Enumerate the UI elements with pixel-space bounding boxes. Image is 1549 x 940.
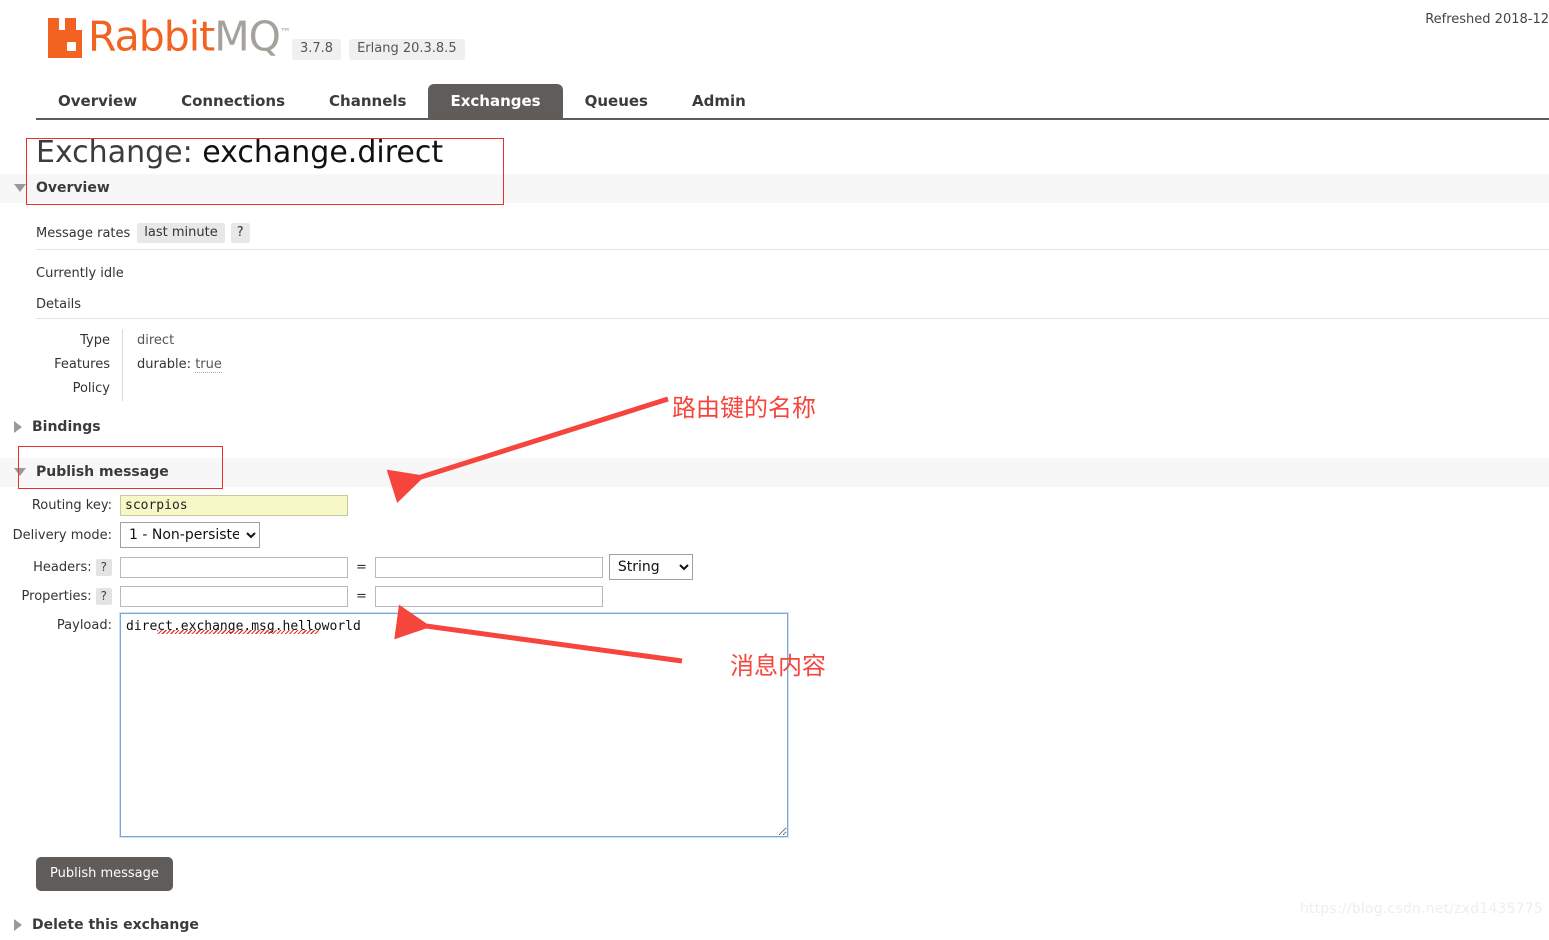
logo-wordmark: RabbitMQ™ (88, 12, 291, 58)
rabbitmq-logo-icon (44, 16, 86, 58)
details-value-type: direct (137, 333, 175, 348)
section-publish-message-header[interactable]: Publish message (0, 458, 1549, 487)
exchange-title-block: Exchange: exchange.direct (36, 134, 1549, 174)
properties-row: Properties: ? = (0, 586, 1549, 607)
delivery-mode-label: Delivery mode: (12, 527, 112, 543)
logo-word-mq: MQ (214, 12, 281, 61)
section-bindings-header[interactable]: Bindings (0, 413, 1549, 442)
payload-textarea[interactable]: direct.exchange.msg.helloworld (119, 612, 789, 838)
section-delete-exchange-label: Delete this exchange (32, 917, 199, 933)
delivery-mode-row: Delivery mode: 1 - Non-persistent (0, 522, 1549, 548)
headers-label-group: Headers: ? (0, 558, 120, 576)
page-title-prefix: Exchange: (36, 135, 193, 170)
divider-details (36, 318, 1549, 319)
section-publish-message-label: Publish message (36, 464, 169, 480)
chevron-right-icon (14, 421, 22, 433)
section-overview-label: Overview (36, 180, 110, 196)
header-key-input[interactable] (120, 556, 348, 578)
payload-label: Payload: (56, 618, 112, 633)
version-badges: 3.7.8 Erlang 20.3.8.5 (292, 39, 465, 60)
properties-label-group: Properties: ? (0, 588, 120, 605)
section-delete-exchange-header[interactable]: Delete this exchange (0, 911, 1549, 940)
details-label-features: Features (36, 353, 123, 377)
table-row: Policy (36, 377, 222, 401)
properties-label: Properties: (21, 589, 92, 604)
routing-key-row: Routing key: (0, 495, 1549, 516)
page-title: Exchange: exchange.direct (36, 134, 1549, 174)
routing-key-label: Routing key: (31, 498, 112, 513)
section-bindings-label: Bindings (32, 419, 101, 435)
tab-connections[interactable]: Connections (159, 84, 307, 118)
tab-exchanges[interactable]: Exchanges (428, 84, 563, 118)
properties-help-icon[interactable]: ? (95, 588, 112, 605)
publish-message-button[interactable]: Publish message (36, 857, 173, 891)
message-rates-label: Message rates (36, 225, 131, 241)
currently-idle-text: Currently idle (36, 266, 124, 281)
logo-word-rabbit: Rabbit (88, 12, 215, 61)
app-header: RabbitMQ™ 3.7.8 Erlang 20.3.8.5 Refreshe… (0, 0, 1549, 84)
details-value-features: durable: true (123, 353, 222, 377)
tab-overview[interactable]: Overview (36, 84, 159, 118)
feature-value: true (195, 357, 222, 373)
exchange-details-table: Type direct Features durable: true Polic… (36, 329, 222, 401)
routing-key-input[interactable] (120, 495, 348, 516)
tab-admin[interactable]: Admin (670, 84, 768, 118)
chevron-down-icon (14, 184, 26, 192)
refreshed-timestamp: Refreshed 2018-12 (1425, 12, 1549, 27)
divider-rates (36, 249, 1549, 250)
feature-key: durable: (137, 357, 192, 372)
section-overview-header[interactable]: Overview (0, 174, 1549, 203)
message-rates-row: Message rates last minute ? (36, 223, 1549, 243)
message-rates-help-icon[interactable]: ? (230, 223, 250, 243)
rabbitmq-logo[interactable]: RabbitMQ™ (44, 12, 291, 58)
headers-help-icon[interactable]: ? (95, 558, 112, 576)
details-value-policy (123, 377, 222, 401)
trademark-symbol: ™ (279, 26, 291, 39)
details-label-type: Type (36, 329, 123, 353)
erlang-version-badge: Erlang 20.3.8.5 (349, 39, 465, 60)
table-row: Features durable: true (36, 353, 222, 377)
headers-equals-sign: = (356, 559, 367, 575)
header-value-input[interactable] (374, 556, 603, 578)
delivery-mode-select[interactable]: 1 - Non-persistent (120, 522, 260, 548)
chevron-right-icon (14, 919, 22, 931)
payload-row: Payload: direct.exchange.msg.helloworld (0, 612, 1549, 838)
chevron-down-icon (14, 468, 26, 476)
headers-label: Headers: (33, 559, 92, 575)
tab-queues[interactable]: Queues (563, 84, 670, 118)
headers-row: Headers: ? = String (0, 554, 1549, 580)
property-value-input[interactable] (374, 586, 603, 607)
main-content: Exchange: exchange.direct Overview Messa… (0, 122, 1549, 940)
details-label: Details (36, 297, 82, 312)
page-title-exchange-name: exchange.direct (202, 135, 444, 170)
header-type-select[interactable]: String (608, 554, 693, 580)
main-navigation: Overview Connections Channels Exchanges … (36, 84, 1549, 120)
rabbitmq-version-badge: 3.7.8 (292, 39, 342, 60)
table-row: Type direct (36, 329, 222, 353)
publish-message-form: Routing key: Delivery mode: 1 - Non-pers… (0, 495, 1549, 838)
message-rates-period-chip[interactable]: last minute (137, 223, 225, 243)
property-key-input[interactable] (120, 586, 348, 607)
details-label-policy: Policy (36, 377, 123, 401)
tab-channels[interactable]: Channels (307, 84, 428, 118)
properties-equals-sign: = (356, 589, 367, 604)
